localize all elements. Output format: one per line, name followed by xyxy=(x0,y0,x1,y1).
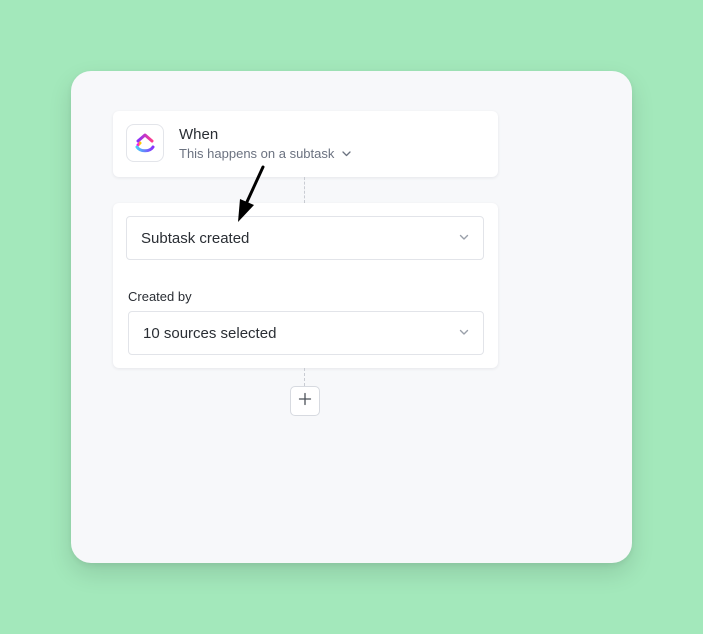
connector-line xyxy=(304,177,305,203)
chevron-down-icon xyxy=(342,150,352,157)
chevron-down-icon xyxy=(459,329,469,336)
automation-builder-panel: When This happens on a subtask Subtask c… xyxy=(71,71,632,563)
event-type-select[interactable]: Subtask created xyxy=(126,216,484,260)
created-by-value: 10 sources selected xyxy=(143,324,277,342)
clickup-logo-icon xyxy=(126,124,164,162)
trigger-scope-label: This happens on a subtask xyxy=(179,146,335,161)
event-type-value: Subtask created xyxy=(141,229,250,247)
created-by-label: Created by xyxy=(128,289,192,304)
trigger-config-card: Subtask created Created by 10 sources se… xyxy=(113,203,498,368)
created-by-select[interactable]: 10 sources selected xyxy=(128,311,484,355)
trigger-title: When xyxy=(179,126,219,143)
trigger-scope-dropdown[interactable]: This happens on a subtask xyxy=(179,146,352,161)
connector-line xyxy=(304,368,305,386)
plus-icon xyxy=(298,392,312,411)
add-step-button[interactable] xyxy=(290,386,320,416)
chevron-down-icon xyxy=(459,234,469,241)
trigger-card[interactable]: When This happens on a subtask xyxy=(113,111,498,177)
